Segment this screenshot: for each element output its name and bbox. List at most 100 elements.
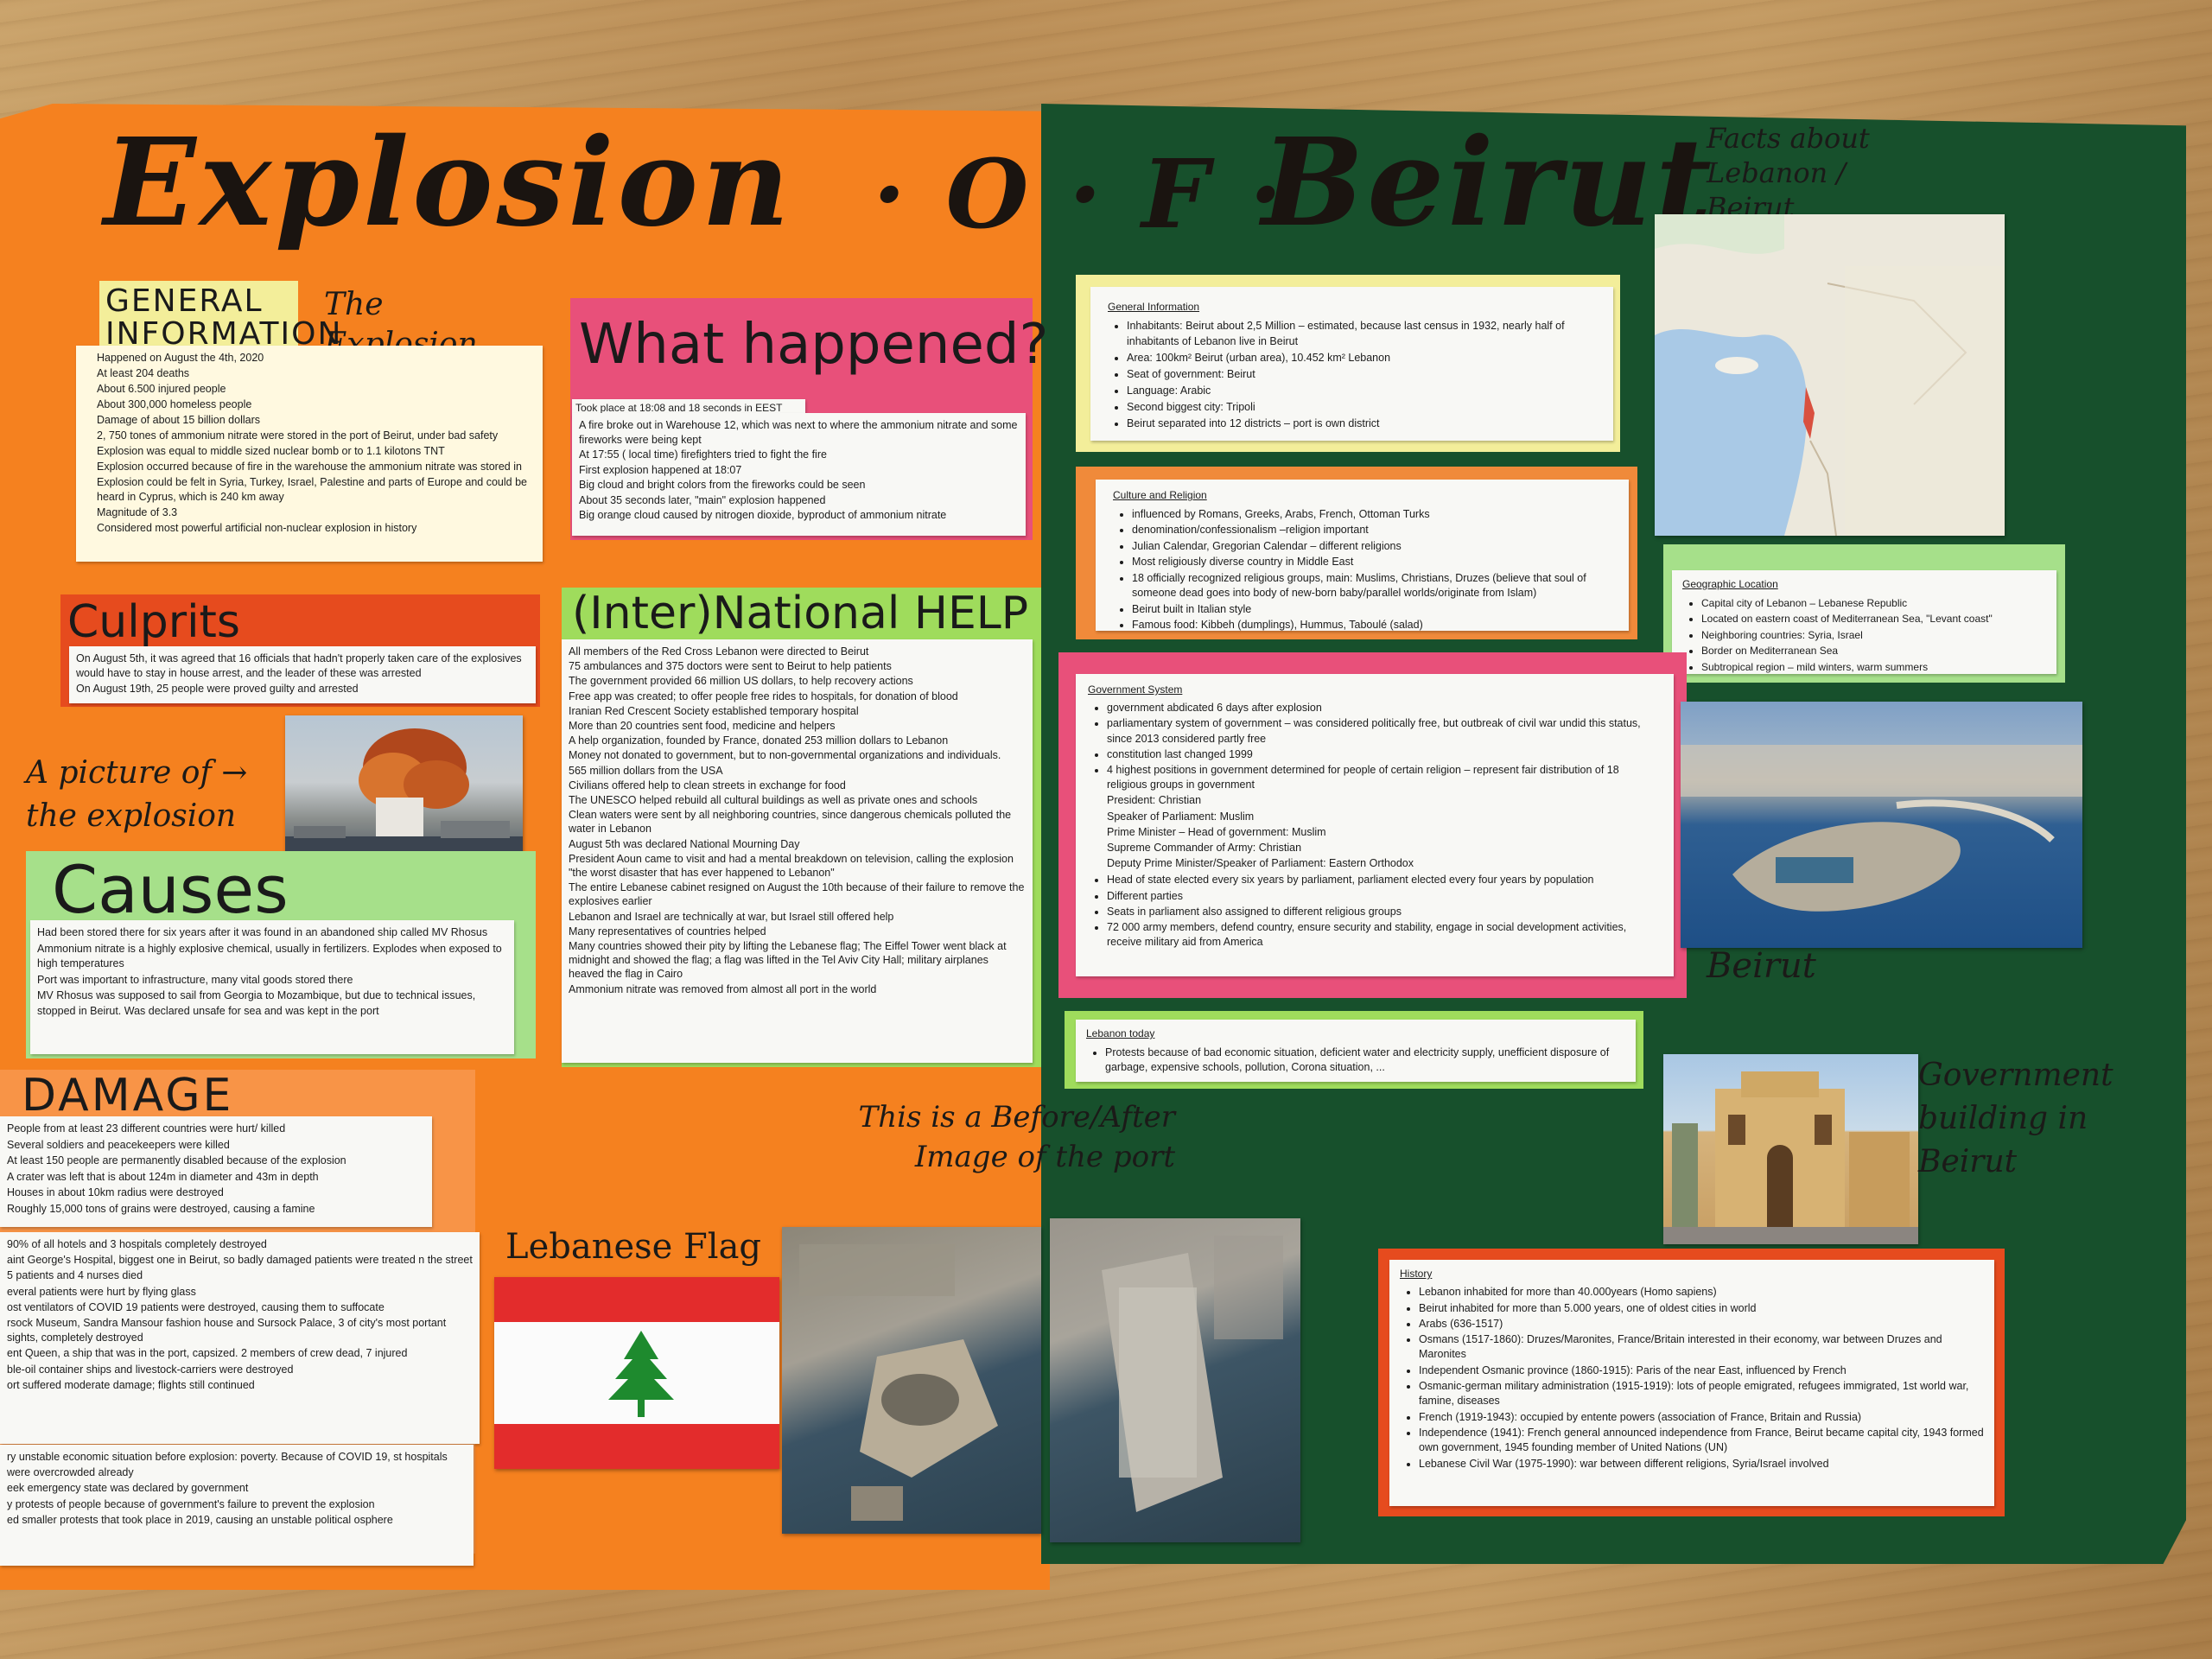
damage-line: 90% of all hotels and 3 hospitals comple… [7,1238,267,1250]
gi-line: Magnitude of 3.3 [97,506,178,518]
general-info-right-paper: General Information Inhabitants: Beirut … [1090,287,1613,441]
beirut-cityscape-image [1681,745,2082,912]
help-line: Free app was created; to offer people fr… [569,690,958,702]
wh-line: Big orange cloud caused by nitrogen diox… [579,509,947,521]
causes-paper: Had been stored there for six years afte… [30,920,514,1054]
wh-line: A fire broke out in Warehouse 12, which … [579,419,1018,446]
gov-position: Speaker of Parliament: Muslim [1107,810,1255,823]
what-happened-paper: A fire broke out in Warehouse 12, which … [572,413,1026,536]
geo-item: Neighboring countries: Syria, Israel [1701,628,2046,644]
damage-line: A crater was left that is about 124m in … [7,1170,319,1183]
geo-item: Border on Mediterranean Sea [1701,644,2046,659]
culture-item: Most religiously diverse country in Midd… [1132,555,1611,570]
government-building-photo [1663,1054,1918,1244]
help-line: 75 ambulances and 375 doctors were sent … [569,660,892,673]
gi-line: Explosion could be felt in Syria, Turkey… [97,476,527,503]
lebanon-today-title: Lebanon today [1086,1027,1155,1039]
gi-line: Happened on August the 4th, 2020 [97,352,264,364]
gi-line: About 6.500 injured people [97,383,226,395]
facts-note: Facts about Lebanon / Beirut [1707,122,1870,224]
damage-line: People from at least 23 different countr… [7,1122,286,1135]
help-line: Many representatives of countries helped [569,925,766,938]
damage-line: Roughly 15,000 tons of grains were destr… [7,1202,315,1215]
causes-line: Ammonium nitrate is a highly explosive c… [37,942,502,970]
geo-item: Subtropical region – mild winters, warm … [1701,660,2046,675]
damage-line: ble-oil container ships and livestock-ca… [7,1363,294,1376]
geo-item: Located on eastern coast of Mediterranea… [1701,612,2046,627]
building-image [1663,1071,1918,1244]
title-beirut: Beirut [1262,112,1715,254]
map-image [1655,214,2005,536]
gov-item: 72 000 army members, defend country, ens… [1107,920,1662,950]
help-line: Civilians offered help to clean streets … [569,779,846,791]
geo-title: Geographic Location [1682,578,1778,590]
damage-paper-c: ry unstable economic situation before ex… [0,1445,474,1566]
culprits-paper: On August 5th, it was agreed that 16 off… [69,646,536,703]
poster: Explosion · O · F · Beirut Facts about L… [0,0,2212,1659]
help-line: A help organization, founded by France, … [569,734,949,747]
damage-line: ort suffered moderate damage; flights st… [7,1378,255,1391]
lebanese-flag [494,1277,779,1469]
damage-line: eek emergency state was declared by gove… [7,1482,249,1494]
before-port-image [782,1227,1041,1534]
help-line: Money not donated to government, but to … [569,749,1001,762]
government-building-label: Government building in Beirut [1918,1058,2113,1179]
help-line: The government provided 66 million US do… [569,675,913,688]
gir-item: Second biggest city: Tripoli [1127,399,1596,415]
title-of: · O · F · [873,138,1286,250]
gir-item: Language: Arabic [1127,383,1596,398]
help-line: Ammonium nitrate was removed from almost… [569,982,877,995]
help-line: August 5th was declared National Mournin… [569,837,800,850]
gov-item: Head of state elected every six years by… [1107,873,1662,887]
history-item: Osmanic-german military administration (… [1419,1379,1984,1409]
beirut-label: Beirut [1707,946,1816,986]
gov-item: Different parties [1107,889,1662,904]
wh-line: Big cloud and bright colors from the fir… [579,479,866,491]
government-title: Government System [1088,683,1183,696]
damage-line: At least 150 people are permanently disa… [7,1154,346,1166]
what-happened-heading: What happened? [579,313,1049,377]
damage-line: ent Queen, a ship that was in the port, … [7,1347,408,1360]
gov-position: President: Christian [1107,794,1202,807]
help-line: President Aoun came to visit and had a m… [569,852,1014,880]
history-item: French (1919-1943): occupied by entente … [1419,1410,1984,1425]
gi-line: About 300,000 homeless people [97,398,252,410]
damage-line: ost ventilators of COVID 19 patients wer… [7,1300,385,1313]
history-item: Osmans (1517-1860): Druzes/Maronites, Fr… [1419,1332,1984,1363]
history-item: Lebanese Civil War (1975-1990): war betw… [1419,1457,1984,1471]
wh-line: First explosion happened at 18:07 [579,463,742,476]
damage-paper-b: 90% of all hotels and 3 hospitals comple… [0,1232,480,1444]
gov-item: 4 highest positions in government determ… [1107,763,1662,792]
help-paper: All members of the Red Cross Lebanon wer… [562,639,1033,1063]
gir-item: Inhabitants: Beirut about 2,5 Million – … [1127,318,1596,349]
help-line: 565 million dollars from the USA [569,764,723,777]
damage-paper-a: People from at least 23 different countr… [0,1116,432,1227]
damage-line: aint George's Hospital, biggest one in B… [7,1254,473,1267]
history-item: Arabs (636-1517) [1419,1317,1984,1332]
culprits-line: On August 19th, 25 people were proved gu… [76,683,359,695]
gir-item: Area: 100km² Beirut (urban area), 10.452… [1127,350,1596,365]
help-line: The entire Lebanese cabinet resigned on … [569,881,1025,908]
help-line: Iranian Red Crescent Society established… [569,704,859,717]
help-line: Clean waters were sent by all neighborin… [569,809,1012,836]
damage-line: ed smaller protests that took place in 2… [7,1514,393,1526]
geo-paper: Geographic Location Capital city of Leba… [1672,570,2056,674]
history-paper: History Lebanon inhabited for more than … [1389,1260,1994,1506]
explosion-cloud-image [285,728,523,864]
help-line: Many countries showed their pity by lift… [569,940,1007,981]
title-explosion: Explosion [104,112,793,254]
damage-line: Several soldiers and peacekeepers were k… [7,1138,230,1151]
damage-line: rsock Museum, Sandra Mansour fashion hou… [7,1317,447,1344]
gov-position: Prime Minister – Head of government: Mus… [1107,825,1326,838]
flag-label: Lebanese Flag [505,1227,762,1267]
culprits-heading: Culprits [67,596,241,648]
beirut-aerial-photo [1681,702,2082,948]
cedar-tree-icon [608,1331,674,1417]
culprits-line: On August 5th, it was agreed that 16 off… [76,652,522,679]
help-heading: (Inter)National HELP [572,588,1029,639]
culture-paper: Culture and Religion influenced by Roman… [1096,480,1629,631]
general-info-heading: GENERAL INFORMATION [105,283,343,352]
culture-item: Julian Calendar, Gregorian Calendar – di… [1132,539,1611,555]
history-title: History [1400,1268,1433,1280]
culture-item: influenced by Romans, Greeks, Arabs, Fre… [1132,507,1611,523]
